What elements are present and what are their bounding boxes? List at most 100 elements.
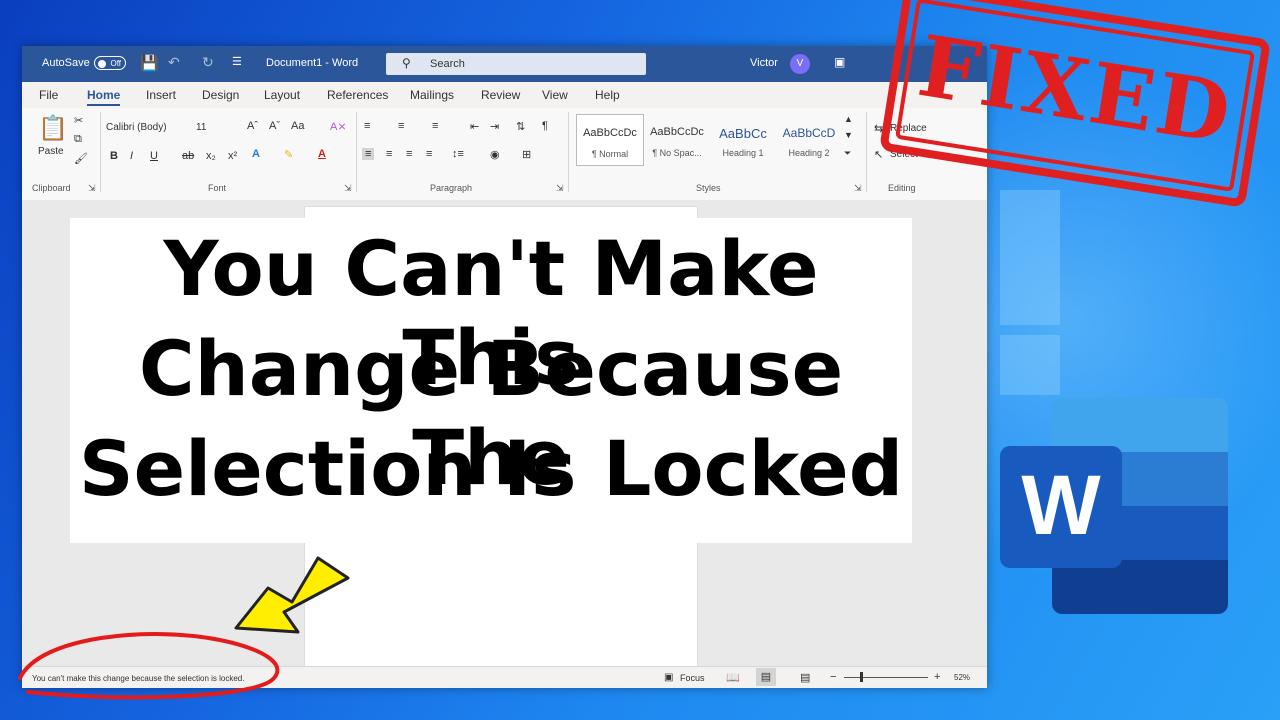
style-normal[interactable]: AaBbCcDc ¶ Normal <box>576 114 644 166</box>
superscript-icon[interactable]: x² <box>228 150 237 162</box>
zoom-slider[interactable] <box>844 677 928 678</box>
save-icon[interactable]: 💾 <box>140 54 159 72</box>
red-circle-annotation <box>18 632 280 700</box>
multilevel-list-icon[interactable]: ≡ <box>432 120 438 132</box>
autosave-toggle[interactable]: Off <box>94 56 126 70</box>
highlight-icon[interactable]: ✎ <box>284 148 293 161</box>
subscript-icon[interactable]: x₂ <box>206 150 216 162</box>
zoom-slider-handle[interactable] <box>860 672 863 682</box>
search-icon: ⚲ <box>402 56 411 70</box>
ribbon: 📋 Paste ✂ ⧉ 🖌 Clipboard ⇲ Calibri (Body)… <box>22 108 987 201</box>
font-color-icon[interactable]: A <box>318 148 326 160</box>
paste-icon[interactable]: 📋 <box>38 114 68 143</box>
style-name: ¶ No Spac... <box>652 148 702 158</box>
line-spacing-icon[interactable]: ↕≡ <box>452 148 464 160</box>
bullets-icon[interactable]: ≡ <box>364 120 370 132</box>
desktop-windows-logo-pane <box>1000 335 1060 395</box>
style-name: Heading 2 <box>788 148 830 158</box>
tab-home[interactable]: Home <box>87 88 121 106</box>
underline-icon[interactable]: U <box>150 150 158 162</box>
style-preview: AaBbCc <box>719 126 767 141</box>
decrease-indent-icon[interactable]: ⇤ <box>470 120 479 133</box>
align-center-icon[interactable]: ≡ <box>386 148 392 160</box>
user-name: Victor <box>750 57 778 69</box>
shading-icon[interactable]: ◉ <box>490 148 500 161</box>
style-preview: AaBbCcDc <box>650 126 704 138</box>
borders-icon[interactable]: ⊞ <box>522 148 531 161</box>
undo-icon[interactable]: ↶ <box>168 54 180 71</box>
group-label-styles: Styles <box>696 183 721 193</box>
paste-label[interactable]: Paste <box>38 146 64 157</box>
tab-help[interactable]: Help <box>595 88 620 102</box>
zoom-out-icon[interactable]: − <box>830 671 836 683</box>
tab-view[interactable]: View <box>542 88 568 102</box>
web-layout-icon[interactable]: ▤ <box>800 671 810 684</box>
clipboard-launcher-icon[interactable]: ⇲ <box>88 183 96 194</box>
italic-icon[interactable]: I <box>130 150 133 162</box>
ribbon-separator <box>100 112 101 192</box>
avatar[interactable]: V <box>790 54 810 74</box>
headline-line-3: Selection Is Locked <box>78 424 904 513</box>
search-box[interactable]: ⚲ Search <box>386 53 646 75</box>
change-case-icon[interactable]: Aa <box>291 120 304 132</box>
tab-references[interactable]: References <box>327 88 388 102</box>
ribbon-separator <box>866 112 867 192</box>
autosave-label: AutoSave <box>42 57 90 69</box>
tab-mailings[interactable]: Mailings <box>410 88 454 102</box>
styles-scroll-up-icon[interactable]: ▲ <box>844 114 853 124</box>
format-painter-icon[interactable]: 🖌 <box>74 152 88 165</box>
style-name: Heading 1 <box>722 148 764 158</box>
justify-icon[interactable]: ≡ <box>426 148 432 160</box>
group-label-editing: Editing <box>888 183 916 193</box>
font-name-select[interactable]: Calibri (Body) <box>106 122 167 133</box>
ribbon-separator <box>568 112 569 192</box>
title-bar: AutoSave Off 💾 ↶ ↻ ☰ Document1 - Word ⚲ … <box>22 46 987 82</box>
tab-file[interactable]: File <box>39 88 58 102</box>
shrink-font-icon[interactable]: Aˇ <box>269 120 280 132</box>
tab-insert[interactable]: Insert <box>146 88 176 102</box>
font-size-select[interactable]: 11 <box>196 122 206 133</box>
style-name: ¶ Normal <box>591 149 629 159</box>
group-label-paragraph: Paragraph <box>430 183 473 193</box>
focus-icon[interactable]: ▣ <box>664 672 673 683</box>
read-mode-icon[interactable]: 📖 <box>726 671 740 684</box>
styles-more-icon[interactable]: ⏷ <box>844 148 851 159</box>
tab-review[interactable]: Review <box>481 88 520 102</box>
style-heading-1[interactable]: AaBbCc Heading 1 <box>710 114 776 164</box>
clear-formatting-icon[interactable]: A⨯ <box>330 120 347 133</box>
styles-scroll-down-icon[interactable]: ▼ <box>844 130 853 140</box>
font-launcher-icon[interactable]: ⇲ <box>344 183 352 194</box>
grow-font-icon[interactable]: Aˆ <box>247 120 258 132</box>
bold-icon[interactable]: B <box>110 150 118 162</box>
style-preview: AaBbCcD <box>782 126 836 140</box>
quick-access-dropdown-icon[interactable]: ☰ <box>232 55 242 68</box>
print-layout-icon[interactable]: ▤ <box>756 668 776 686</box>
tab-design[interactable]: Design <box>202 88 239 102</box>
search-placeholder: Search <box>430 58 465 70</box>
zoom-level[interactable]: 52% <box>954 673 970 682</box>
document-title: Document1 - Word <box>266 57 359 69</box>
styles-launcher-icon[interactable]: ⇲ <box>854 183 862 194</box>
text-effects-icon[interactable]: A <box>252 148 260 160</box>
annotation-overlay <box>18 556 350 700</box>
strikethrough-icon[interactable]: ab <box>182 150 194 162</box>
sort-icon[interactable]: ⇅ <box>516 120 525 133</box>
numbering-icon[interactable]: ≡ <box>398 120 404 132</box>
increase-indent-icon[interactable]: ⇥ <box>490 120 499 133</box>
paragraph-launcher-icon[interactable]: ⇲ <box>556 183 564 194</box>
ribbon-display-options-icon[interactable]: ▣ <box>834 55 845 69</box>
zoom-in-icon[interactable]: + <box>934 671 940 683</box>
redo-icon[interactable]: ↻ <box>202 54 214 71</box>
focus-label[interactable]: Focus <box>680 673 705 683</box>
style-heading-2[interactable]: AaBbCcD Heading 2 <box>776 114 842 164</box>
word-logo-letter: W <box>1021 458 1101 552</box>
group-label-font: Font <box>208 183 227 193</box>
style-preview: AaBbCcDc <box>583 127 637 139</box>
align-left-icon[interactable]: ≡ <box>362 148 375 160</box>
style-no-spacing[interactable]: AaBbCcDc ¶ No Spac... <box>644 114 710 164</box>
copy-icon[interactable]: ⧉ <box>74 133 82 146</box>
cut-icon[interactable]: ✂ <box>74 114 83 127</box>
tab-layout[interactable]: Layout <box>264 88 300 102</box>
show-formatting-icon[interactable]: ¶ <box>542 120 548 132</box>
align-right-icon[interactable]: ≡ <box>406 148 412 160</box>
